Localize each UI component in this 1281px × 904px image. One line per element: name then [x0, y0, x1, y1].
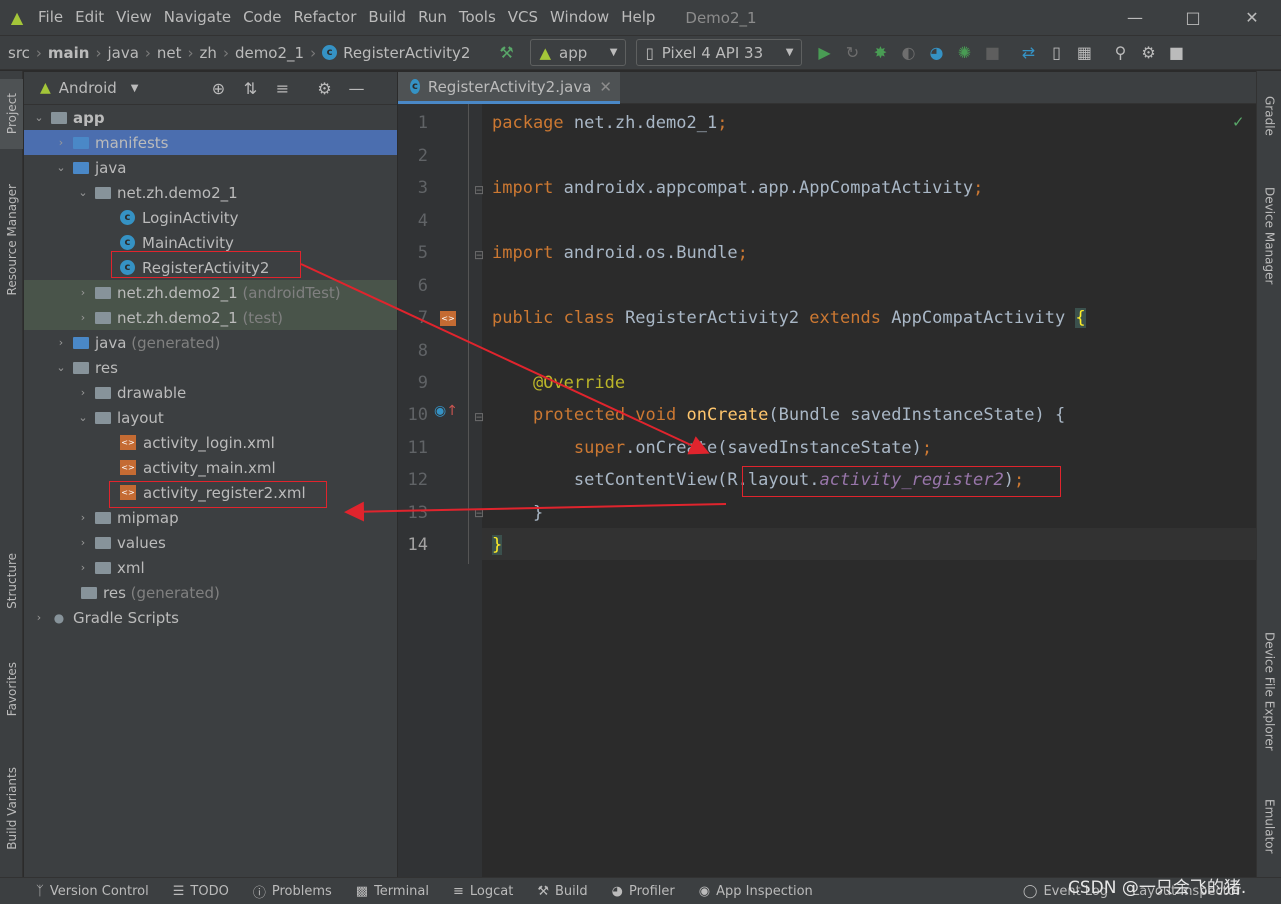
terminal-icon: ▩ [355, 883, 369, 899]
todo-tool[interactable]: ☰ TODO [161, 884, 241, 899]
build-tool[interactable]: ⚒ Build [525, 884, 599, 899]
inspection-icon: ◉ [698, 883, 711, 899]
hammer-icon: ⚒ [537, 883, 550, 899]
logcat-tool[interactable]: ≡ Logcat [441, 884, 525, 899]
branch-icon: ᛉ [36, 883, 44, 899]
speech-bubble-icon: ◯ [1022, 883, 1038, 899]
version-control-tool[interactable]: ᛉ Version Control [24, 884, 161, 899]
annotation-arrows [300, 263, 727, 522]
gauge-icon: ◕ [611, 883, 623, 899]
csdn-watermark: CSDN @一只会飞的猪. [1068, 878, 1247, 898]
problems-icon: ⓘ [252, 885, 266, 901]
logcat-icon: ≡ [453, 883, 464, 899]
arrow-class-to-code [300, 263, 710, 455]
arrow-code-to-layout [344, 501, 727, 522]
terminal-tool[interactable]: ▩ Terminal [344, 884, 441, 899]
profiler-tool[interactable]: ◕ Profiler [600, 884, 687, 899]
app-inspection-tool[interactable]: ◉ App Inspection [687, 884, 825, 899]
list-icon: ☰ [172, 883, 185, 899]
problems-tool[interactable]: ⓘ Problems [241, 882, 344, 901]
